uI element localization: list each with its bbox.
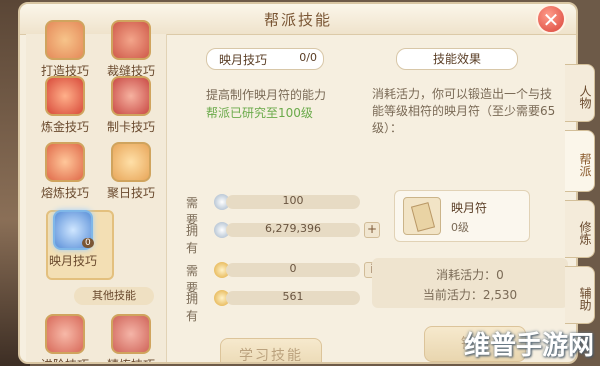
close-button[interactable]: ✕ [536,4,566,34]
skill-item-smelt[interactable]: 熔炼技巧 [32,142,98,201]
skill-list[interactable]: 打造技巧 裁缝技巧 炼金技巧 制卡技巧 熔炼技巧 聚日技巧 映月技巧 0 其他技… [26,20,167,362]
other-skill-icon [45,314,85,354]
hammer-skill-icon [45,20,85,60]
item-name: 映月符 [451,201,488,215]
sun-skill-icon [111,142,151,182]
have-label: 拥有 [186,224,199,255]
research-status: 帮派已研究至100级 [206,106,313,120]
watermark: 维普手游网 [463,331,594,361]
skill-name-box: 映月技巧 0/0 [206,48,324,70]
skill-effect: 技能效果 消耗活力，你可以锻造出一个与技能等级相符的映月符（至少需要65级）： … [366,34,576,362]
skill-label: 制卡技巧 [106,120,155,134]
skill-item-sewing[interactable]: 裁缝技巧 [98,20,164,79]
effect-description: 消耗活力，你可以锻造出一个与技能等级相符的映月符（至少需要65级）： [372,87,556,135]
need-silver-value: 100 [282,194,304,207]
have-silver-value: 6,279,396 [265,222,321,235]
skill-item-sun[interactable]: 聚日技巧 [98,142,164,201]
vitality-current: 当前活力：2,530 [422,288,518,302]
scroll-icon [403,197,441,235]
skill-label: 炼金技巧 [40,120,89,134]
learn-skill-button[interactable]: 学习技能 [220,338,322,362]
vitality-box: 消耗活力：0 当前活力：2,530 [372,258,568,308]
skill-item-moon[interactable]: 映月技巧 0 [40,210,106,269]
skill-label: 进阶技巧 [32,356,98,362]
skill-level-badge: 0 [82,238,94,248]
alchemy-skill-icon [45,76,85,116]
tab-assist[interactable]: 辅助 [565,266,595,324]
skill-item-forge[interactable]: 打造技巧 [32,20,98,79]
need-contrib-value: 0 [289,262,297,275]
skill-item-alchemy[interactable]: 炼金技巧 [32,76,98,135]
guild-skill-panel: 帮派技能 打造技巧 裁缝技巧 炼金技巧 制卡技巧 熔炼技巧 聚日技巧 映月技巧 … [18,2,578,364]
skill-item-other-1[interactable]: 进阶技巧 [32,314,98,362]
skill-label: 聚日技巧 [106,186,155,200]
skill-label: 映月技巧 [48,254,97,268]
effect-header: 技能效果 [396,48,518,70]
sewing-skill-icon [111,20,151,60]
skill-item-other-2[interactable]: 精炼技巧 [98,314,164,362]
item-level: 0级 [451,221,469,234]
other-skills-header[interactable]: 其他技能 [74,287,154,305]
tab-character[interactable]: 人物 [565,64,595,122]
skill-item-card[interactable]: 制卡技巧 [98,76,164,135]
smelt-skill-icon [45,142,85,182]
skill-level: 0/0 [299,51,317,64]
skill-detail: 映月技巧 0/0 提高制作映月符的能力 帮派已研究至100级 需要 100 拥有… [176,34,380,362]
skill-label: 精炼技巧 [98,356,164,362]
skill-description: 提高制作映月符的能力 [206,88,327,102]
vitality-cost: 消耗活力：0 [436,268,504,282]
skill-name: 映月技巧 [219,53,268,67]
have-label: 拥有 [186,292,199,323]
tab-cultivation[interactable]: 修炼 [565,200,595,258]
item-card[interactable]: 映月符 0级 [394,190,530,242]
other-skill-icon [111,314,151,354]
card-skill-icon [111,76,151,116]
tab-guild[interactable]: 帮派 [565,130,595,192]
have-contrib-value: 561 [282,290,304,303]
skill-label: 熔炼技巧 [40,186,89,200]
